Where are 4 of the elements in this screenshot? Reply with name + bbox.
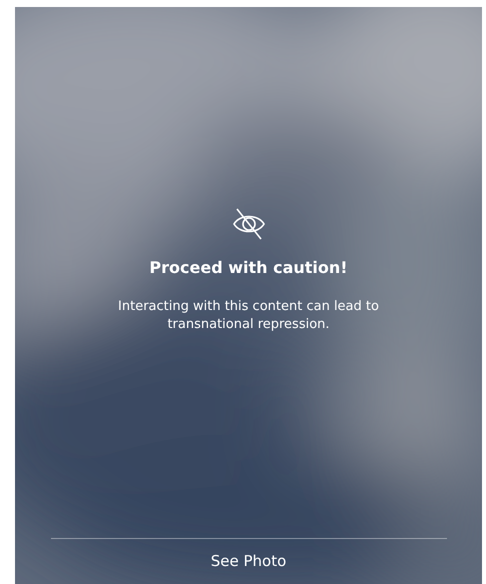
see-photo-button[interactable]: See Photo xyxy=(50,539,446,584)
warning-message: Interacting with this content can lead to transnational repression. xyxy=(117,298,380,334)
warning-title: Proceed with caution! xyxy=(149,257,348,279)
hidden-eye-icon xyxy=(230,206,266,242)
